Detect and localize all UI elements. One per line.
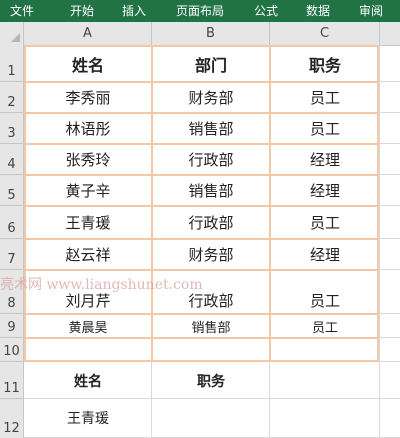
- row-header[interactable]: 4: [0, 144, 24, 175]
- table-cell[interactable]: 李秀丽: [24, 82, 152, 113]
- tab-page-layout[interactable]: 页面布局: [176, 0, 224, 22]
- row-header[interactable]: 9: [0, 314, 24, 338]
- table-cell[interactable]: 刘月芹: [24, 286, 152, 314]
- table-cell[interactable]: 行政部: [152, 144, 270, 175]
- table-cell[interactable]: 财务部: [152, 239, 270, 270]
- tab-data[interactable]: 数据: [306, 0, 330, 22]
- table-cell[interactable]: 经理: [270, 239, 380, 270]
- table-cell[interactable]: 销售部: [152, 314, 270, 338]
- row-header[interactable]: 5: [0, 175, 24, 206]
- table-cell[interactable]: 销售部: [152, 113, 270, 144]
- ribbon-tab-bar: 文件 开始 插入 页面布局 公式 数据 审阅: [0, 0, 400, 22]
- row-header[interactable]: 6: [0, 206, 24, 239]
- table-cell[interactable]: 财务部: [152, 82, 270, 113]
- column-header-c[interactable]: C: [270, 22, 380, 45]
- table-cell[interactable]: 员工: [270, 286, 380, 314]
- lookup-title-result[interactable]: [152, 399, 270, 437]
- row-header[interactable]: 1: [0, 45, 24, 82]
- table-cell[interactable]: 黄晨昊: [24, 314, 152, 338]
- tab-review[interactable]: 审阅: [359, 0, 383, 22]
- row-header[interactable]: 10: [0, 338, 24, 362]
- tab-home[interactable]: 开始: [70, 0, 94, 22]
- table-cell[interactable]: 员工: [270, 113, 380, 144]
- row-header[interactable]: 8: [0, 270, 24, 314]
- header-cell-department[interactable]: 部门: [152, 45, 270, 82]
- table-cell[interactable]: 经理: [270, 144, 380, 175]
- table-cell[interactable]: 员工: [270, 206, 380, 239]
- table-cell[interactable]: 黄子辛: [24, 175, 152, 206]
- row-header[interactable]: 11: [0, 362, 24, 399]
- lookup-name-input[interactable]: 王青瑗: [24, 399, 152, 437]
- header-cell-name[interactable]: 姓名: [24, 45, 152, 82]
- table-cell[interactable]: 经理: [270, 175, 380, 206]
- tab-formulas[interactable]: 公式: [254, 0, 278, 22]
- select-all-button[interactable]: [0, 22, 24, 45]
- column-header-b[interactable]: B: [152, 22, 270, 45]
- row-header[interactable]: 3: [0, 113, 24, 144]
- spreadsheet-grid: A B C 1 2 3 4 5 6 7 8 9 10 11 12 姓名 部门 职…: [0, 22, 400, 438]
- table-cell[interactable]: 员工: [270, 314, 380, 338]
- table-cell[interactable]: 行政部: [152, 206, 270, 239]
- header-cell-title[interactable]: 职务: [270, 45, 380, 82]
- table-cell[interactable]: 王青瑗: [24, 206, 152, 239]
- lookup-title-label[interactable]: 职务: [152, 362, 270, 399]
- table-cell[interactable]: 张秀玲: [24, 144, 152, 175]
- table-cell[interactable]: 员工: [270, 82, 380, 113]
- column-header-a[interactable]: A: [24, 22, 152, 45]
- table-cell[interactable]: 行政部: [152, 286, 270, 314]
- tab-file[interactable]: 文件: [10, 0, 34, 22]
- row-header[interactable]: 12: [0, 399, 24, 438]
- tab-insert[interactable]: 插入: [122, 0, 146, 22]
- row-header[interactable]: 2: [0, 82, 24, 113]
- lookup-name-label[interactable]: 姓名: [24, 362, 152, 399]
- table-cell[interactable]: 赵云祥: [24, 239, 152, 270]
- table-cell[interactable]: 销售部: [152, 175, 270, 206]
- row-header[interactable]: 7: [0, 239, 24, 270]
- column-header-d[interactable]: [380, 22, 400, 45]
- table-cell[interactable]: 林语彤: [24, 113, 152, 144]
